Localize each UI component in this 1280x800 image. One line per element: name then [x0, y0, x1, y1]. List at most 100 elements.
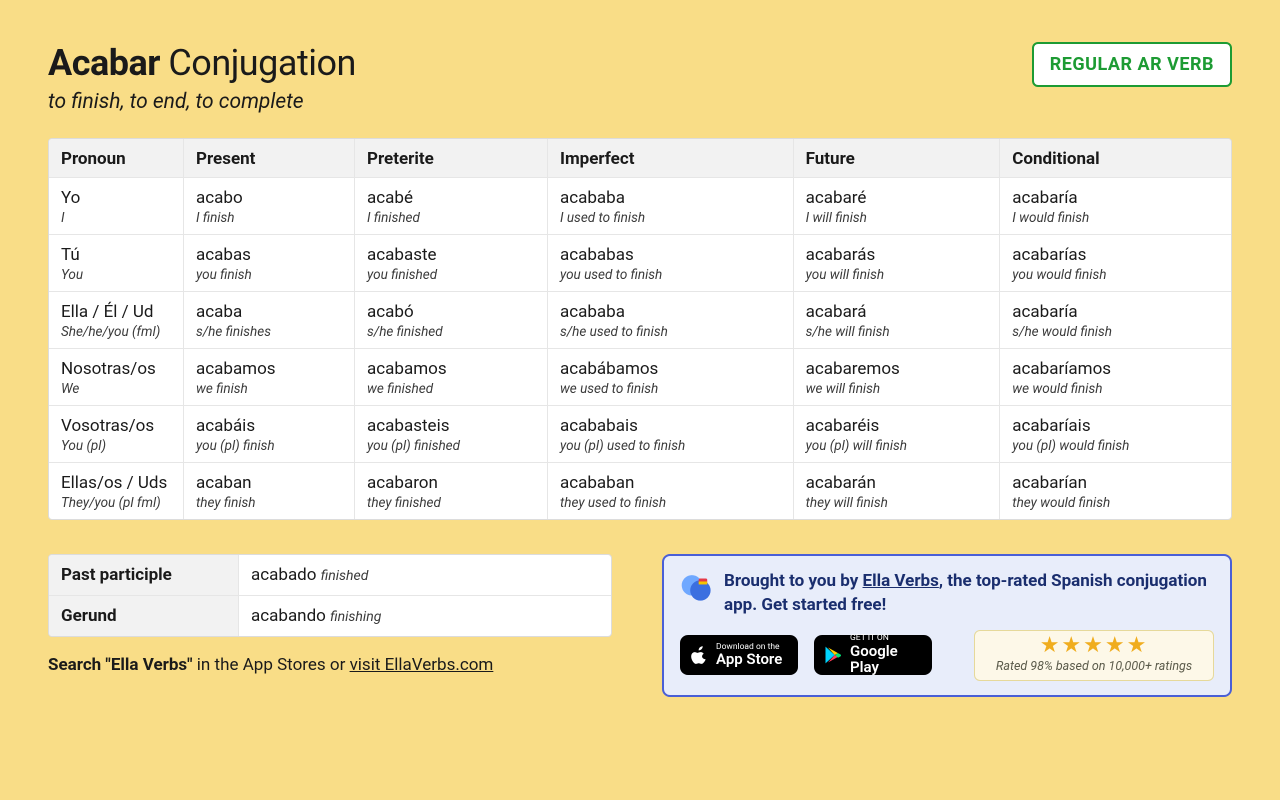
- table-header-row: Pronoun Present Preterite Imperfect Futu…: [49, 139, 1231, 178]
- verb-meaning: to finish, to end, to complete: [48, 90, 356, 114]
- translation: we finish: [196, 381, 342, 397]
- pronoun-cell: Ella / Él / UdShe/he/you (fml): [49, 292, 184, 349]
- translation: s/he would finish: [1012, 324, 1219, 340]
- translation: s/he will finish: [806, 324, 988, 340]
- translation: you will finish: [806, 267, 988, 283]
- app-logo-icon: [680, 570, 714, 604]
- visit-ellaverbs-link[interactable]: visit EllaVerbs.com: [350, 655, 494, 675]
- pronoun-en: We: [61, 381, 171, 397]
- pronoun-cell: YoI: [49, 178, 184, 235]
- verb-name: Acabar: [48, 42, 160, 84]
- conjugation-cell: acabaríais you (pl) would finish: [1000, 406, 1231, 463]
- conjugation-cell: acababan they used to finish: [548, 463, 794, 519]
- conjugation-cell: acabó s/he finished: [355, 292, 548, 349]
- verb-form: acabé: [367, 188, 535, 208]
- translation: you (pl) finished: [367, 438, 535, 454]
- verb-form: acabaríamos: [1012, 359, 1219, 379]
- pronoun: Vosotras/os: [61, 416, 171, 436]
- verb-form: acabáis: [196, 416, 342, 436]
- forms-table: Past participle acabado finished Gerund …: [48, 554, 612, 637]
- conjugation-cell: acabasteyou finished: [355, 235, 548, 292]
- verb-form: acabasteis: [367, 416, 535, 436]
- verb-form: acabarías: [1012, 245, 1219, 265]
- col-preterite: Preterite: [355, 139, 548, 178]
- table-row: Nosotras/osWeacabamoswe finishacabamoswe…: [49, 349, 1231, 406]
- conjugation-cell: acabamoswe finished: [355, 349, 548, 406]
- gerund-row: Gerund acabando finishing: [49, 596, 611, 636]
- verb-form: acabarían: [1012, 473, 1219, 493]
- translation: you (pl) would finish: [1012, 438, 1219, 454]
- col-present: Present: [184, 139, 355, 178]
- translation: you (pl) will finish: [806, 438, 988, 454]
- conjugation-cell: acabanthey finish: [184, 463, 355, 519]
- past-participle-value: acabado finished: [239, 555, 611, 596]
- conjugation-cell: acababa I used to finish: [548, 178, 794, 235]
- translation: we would finish: [1012, 381, 1219, 397]
- verb-form: acabaría: [1012, 188, 1219, 208]
- verb-form: acababa: [560, 188, 781, 208]
- pronoun: Ellas/os / Uds: [61, 473, 171, 493]
- translation: they used to finish: [560, 495, 781, 511]
- pronoun: Nosotras/os: [61, 359, 171, 379]
- translation: I used to finish: [560, 210, 781, 226]
- pronoun: Yo: [61, 188, 171, 208]
- verb-form: acabaríais: [1012, 416, 1219, 436]
- promo-box: Brought to you by Ella Verbs, the top-ra…: [662, 554, 1232, 697]
- conjugation-table: Pronoun Present Preterite Imperfect Futu…: [48, 138, 1232, 520]
- past-participle-label: Past participle: [49, 555, 239, 596]
- pronoun-en: You (pl): [61, 438, 171, 454]
- conjugation-cell: acabarásyou will finish: [794, 235, 1001, 292]
- translation: you would finish: [1012, 267, 1219, 283]
- translation: I finished: [367, 210, 535, 226]
- ella-verbs-link[interactable]: Ella Verbs: [863, 571, 939, 591]
- col-pronoun: Pronoun: [49, 139, 184, 178]
- translation: we will finish: [806, 381, 988, 397]
- conjugation-cell: acabé I finished: [355, 178, 548, 235]
- pronoun-cell: Nosotras/os We: [49, 349, 184, 406]
- verb-form: acabamos: [367, 359, 535, 379]
- gerund-value: acabando finishing: [239, 596, 611, 636]
- translation: you (pl) used to finish: [560, 438, 781, 454]
- verb-form: acabaremos: [806, 359, 988, 379]
- app-store-button[interactable]: Download on the App Store: [680, 635, 798, 675]
- verb-form: acababais: [560, 416, 781, 436]
- translation: they finished: [367, 495, 535, 511]
- conjugation-cell: acabas/he finishes: [184, 292, 355, 349]
- conjugation-cell: acabaremos we will finish: [794, 349, 1001, 406]
- verb-form: acabaron: [367, 473, 535, 493]
- verb-form: acabaré: [806, 188, 988, 208]
- translation: you finish: [196, 267, 342, 283]
- title-rest: Conjugation: [160, 42, 356, 84]
- verb-form: acabas: [196, 245, 342, 265]
- google-play-button[interactable]: GET IT ON Google Play: [814, 635, 932, 675]
- verb-type-badge: REGULAR AR VERB: [1032, 42, 1232, 87]
- translation: they finish: [196, 495, 342, 511]
- translation: s/he finishes: [196, 324, 342, 340]
- conjugation-cell: acabábamos we used to finish: [548, 349, 794, 406]
- promo-text: Brought to you by Ella Verbs, the top-ra…: [724, 570, 1214, 618]
- conjugation-cell: acabáisyou (pl) finish: [184, 406, 355, 463]
- conjugation-cell: acabarás/he will finish: [794, 292, 1001, 349]
- conjugation-cell: acabaré I will finish: [794, 178, 1001, 235]
- col-future: Future: [794, 139, 1001, 178]
- col-imperfect: Imperfect: [548, 139, 794, 178]
- col-conditional: Conditional: [1000, 139, 1231, 178]
- translation: we used to finish: [560, 381, 781, 397]
- verb-form: acabaréis: [806, 416, 988, 436]
- rating-box: ★★★★★ Rated 98% based on 10,000+ ratings: [974, 630, 1214, 681]
- verb-form: acababan: [560, 473, 781, 493]
- pronoun-cell: Vosotras/os You (pl): [49, 406, 184, 463]
- translation: you finished: [367, 267, 535, 283]
- table-row: Ellas/os / UdsThey/you (pl fml)acabanthe…: [49, 463, 1231, 519]
- verb-form: acabamos: [196, 359, 342, 379]
- translation: s/he finished: [367, 324, 535, 340]
- conjugation-cell: acabaron they finished: [355, 463, 548, 519]
- verb-form: acabo: [196, 188, 342, 208]
- conjugation-cell: acabaríaI would finish: [1000, 178, 1231, 235]
- conjugation-cell: acabaránthey will finish: [794, 463, 1001, 519]
- verb-form: acabó: [367, 302, 535, 322]
- star-icons: ★★★★★: [989, 635, 1199, 657]
- conjugation-cell: acabarías you would finish: [1000, 235, 1231, 292]
- verb-form: acabábamos: [560, 359, 781, 379]
- translation: I will finish: [806, 210, 988, 226]
